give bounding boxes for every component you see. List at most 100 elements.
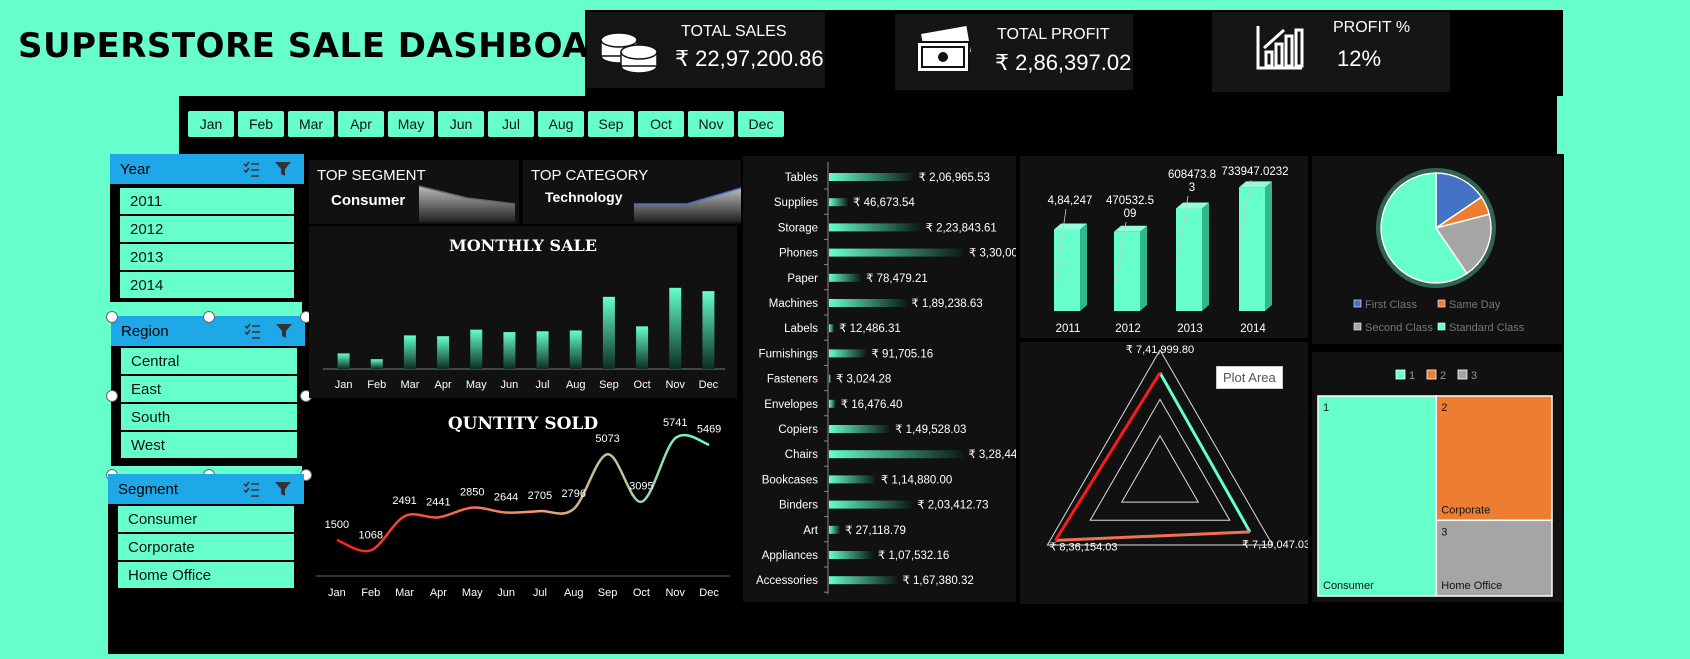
multi-select-icon[interactable] — [243, 322, 261, 340]
bar — [829, 576, 898, 585]
bar — [470, 329, 483, 369]
tile-index: 3 — [1441, 526, 1447, 538]
slicer-item-consumer[interactable]: Consumer — [118, 506, 294, 532]
slicer-item-home-office[interactable]: Home Office — [118, 562, 294, 588]
bar — [829, 374, 831, 383]
x-tick-label: May — [462, 587, 483, 599]
clear-filter-icon[interactable] — [275, 322, 293, 340]
clear-filter-icon[interactable] — [274, 160, 292, 178]
y-tick-label: Machines — [769, 298, 818, 310]
data-label: 608473.8 — [1168, 169, 1216, 181]
slicer-item-east[interactable]: East — [121, 376, 297, 402]
year-slicer: Year 2011 2012 2013 2014 — [110, 154, 304, 302]
data-label: 2850 — [460, 487, 484, 499]
month-button-jun[interactable]: Jun — [438, 111, 484, 137]
x-tick-label: Jul — [533, 587, 547, 599]
legend-swatch — [1353, 322, 1362, 331]
top-category-card: TOP CATEGORY Technology — [523, 160, 741, 224]
slicer-item-south[interactable]: South — [121, 404, 297, 430]
x-tick-label: Aug — [566, 379, 586, 391]
legend-swatch — [1437, 322, 1446, 331]
month-button-dec[interactable]: Dec — [738, 111, 784, 137]
bar — [636, 326, 649, 369]
legend-swatch — [1395, 369, 1406, 380]
slicer-item-west[interactable]: West — [121, 432, 297, 458]
kpi-profit-percent: PROFIT % 12% — [1212, 12, 1450, 92]
bar — [829, 425, 891, 433]
bar — [829, 223, 921, 232]
x-tick-label: Jan — [335, 379, 353, 391]
month-button-may[interactable]: May — [388, 111, 434, 137]
y-tick-label: Chairs — [785, 449, 818, 461]
data-label: ₹ 1,89,238.63 — [911, 298, 982, 310]
month-button-feb[interactable]: Feb — [238, 111, 284, 137]
kpi-total-profit: TOTAL PROFIT ₹ 2,86,397.02 — [895, 14, 1133, 90]
month-button-mar[interactable]: Mar — [288, 111, 334, 137]
resize-handle[interactable] — [106, 390, 118, 402]
tile-index: 2 — [1441, 402, 1447, 414]
data-label: 2644 — [494, 492, 518, 504]
segment-slicer: Segment Consumer Corporate Home Office — [108, 474, 304, 654]
data-label: 1500 — [325, 519, 349, 531]
data-label: ₹ 7,41,999.80 — [1126, 344, 1194, 356]
data-label: 5073 — [595, 433, 619, 445]
slicer-title: Region — [121, 323, 169, 340]
x-tick-label: 2014 — [1240, 323, 1266, 335]
x-tick-label: Jun — [497, 587, 515, 599]
data-label: ₹ 1,07,532.16 — [878, 550, 949, 562]
bar — [1054, 229, 1080, 311]
x-tick-label: Jan — [328, 587, 346, 599]
slicer-item-2013[interactable]: 2013 — [120, 244, 294, 270]
data-label: ₹ 1,14,880.00 — [881, 474, 952, 486]
category-sparkline — [634, 187, 741, 222]
multi-select-icon[interactable] — [242, 480, 260, 498]
slicer-item-corporate[interactable]: Corporate — [118, 534, 294, 560]
slicer-item-central[interactable]: Central — [121, 348, 297, 374]
dashboard-title: SUPERSTORE SALE DASHBOARD — [18, 26, 645, 66]
data-label: ₹ 91,705.16 — [872, 348, 934, 360]
legend-label: Standard Class — [1449, 322, 1525, 334]
x-tick-label: Dec — [699, 587, 719, 599]
kpi-value: ₹ 22,97,200.86 — [675, 46, 824, 71]
resize-handle[interactable] — [203, 311, 215, 323]
month-button-jan[interactable]: Jan — [188, 111, 234, 137]
x-tick-label: Feb — [361, 587, 380, 599]
slicer-item-2014[interactable]: 2014 — [120, 272, 294, 298]
data-label: ₹ 27,118.79 — [845, 525, 906, 537]
resize-handle[interactable] — [106, 311, 118, 323]
plot-area-tooltip: Plot Area — [1216, 366, 1283, 389]
legend-label: 3 — [1471, 370, 1477, 382]
subcategory-panel: Tables ₹ 2,06,965.53 Supplies ₹ 46,673.54 St… — [743, 156, 1016, 602]
yearly-sales-panel: 2011 4,84,247 2012 470532.5 09 2013 608473.8 3 2… — [1020, 156, 1308, 338]
month-button-nov[interactable]: Nov — [688, 111, 734, 137]
bar — [829, 248, 964, 257]
kpi-value: ₹ 2,86,397.02 — [995, 50, 1132, 75]
data-label: ₹ 7,19,047.03 — [1242, 539, 1308, 551]
legend-swatch — [1437, 299, 1446, 308]
x-tick-label: 2013 — [1177, 323, 1203, 335]
month-button-apr[interactable]: Apr — [338, 111, 384, 137]
slicer-item-2011[interactable]: 2011 — [120, 188, 294, 214]
slicer-title: Segment — [118, 481, 179, 498]
multi-select-icon[interactable] — [242, 160, 260, 178]
data-label: ₹ 2,03,412.73 — [917, 500, 988, 512]
bar — [829, 450, 964, 459]
month-button-oct[interactable]: Oct — [638, 111, 684, 137]
bar — [1239, 187, 1265, 311]
bar — [829, 551, 873, 559]
top-category-value: Technology — [545, 189, 623, 205]
data-label: ₹ 3,28,449.1 — [968, 449, 1016, 461]
month-button-sep[interactable]: Sep — [588, 111, 634, 137]
clear-filter-icon[interactable] — [274, 480, 292, 498]
bar — [829, 299, 907, 307]
top-segment-label: TOP SEGMENT — [317, 167, 426, 184]
bar — [602, 296, 615, 369]
month-button-jul[interactable]: Jul — [488, 111, 534, 137]
month-button-aug[interactable]: Aug — [538, 111, 584, 137]
bar-side — [1202, 202, 1209, 311]
top-segment-value: Consumer — [331, 192, 406, 209]
tile-index: 1 — [1323, 402, 1329, 414]
slicer-item-2012[interactable]: 2012 — [120, 216, 294, 242]
x-tick-label: Jun — [501, 379, 519, 391]
data-label: ₹ 3,30,007.0 — [969, 248, 1016, 260]
